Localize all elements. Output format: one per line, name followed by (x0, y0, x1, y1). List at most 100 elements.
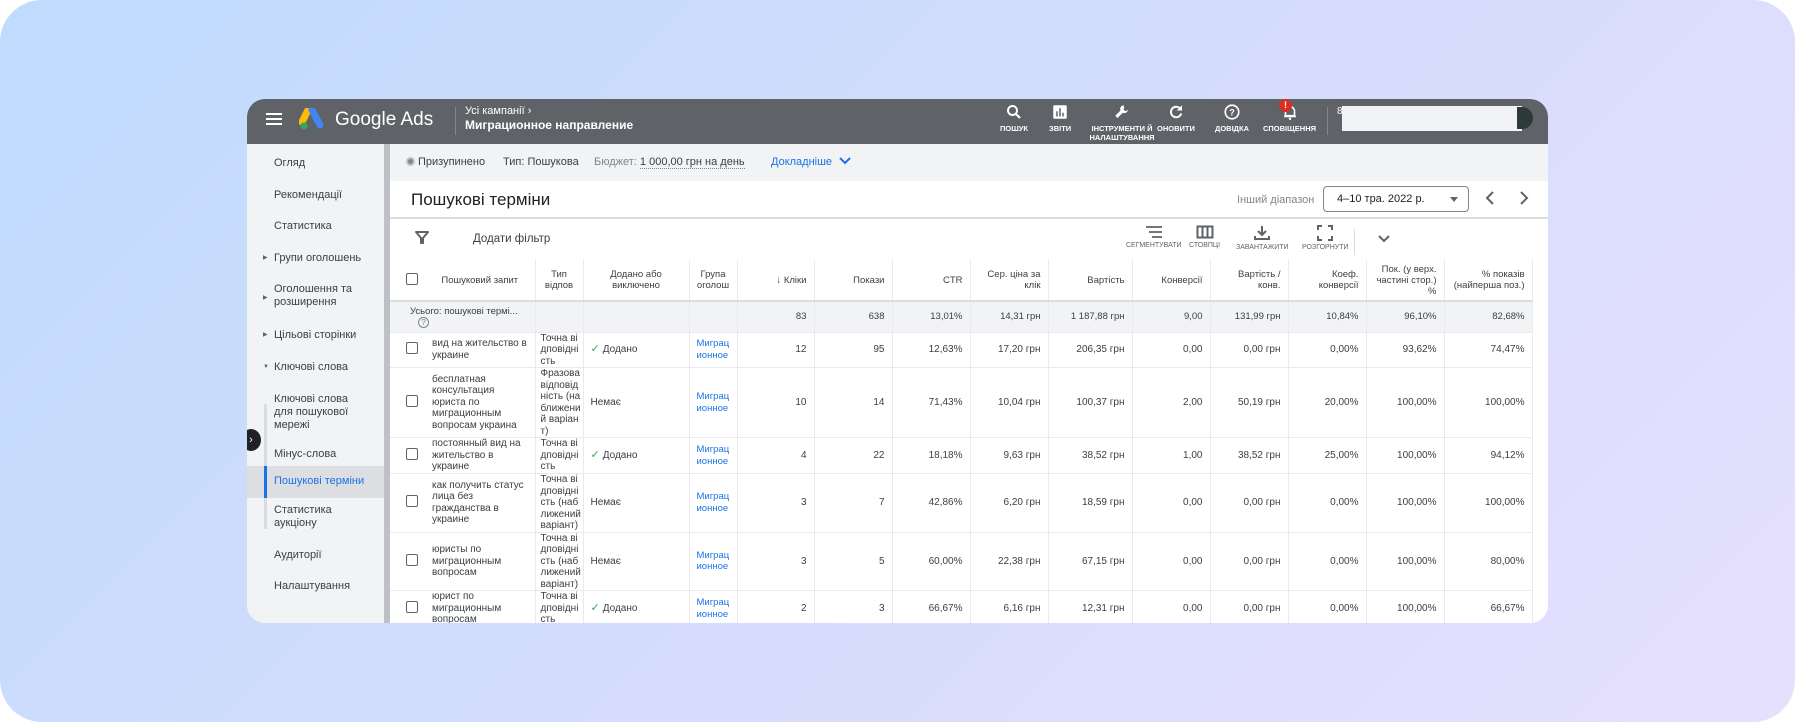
page-title: Пошукові терміни (411, 190, 551, 209)
total-conversions: 9,00 (1132, 301, 1211, 333)
select-all-checkbox[interactable] (406, 272, 418, 285)
help-button[interactable]: ? ДОВІДКА (1215, 103, 1249, 133)
add-filter-button[interactable]: Додати фільтр (473, 233, 550, 245)
ad-group-cell: Миграционное направление (689, 367, 738, 438)
sidebar-item-overview[interactable]: Огляд (247, 157, 387, 171)
avatar[interactable] (1517, 107, 1533, 129)
column-header-match-type[interactable]: Тип відпов (535, 260, 584, 302)
abs-top-impr-cell: 74,47% (1444, 332, 1533, 368)
sidebar-item-keywords[interactable]: ▼ Ключові слова (247, 361, 387, 375)
ad-group-link[interactable]: Миграционное направление (697, 338, 733, 361)
row-checkbox[interactable] (406, 447, 418, 460)
refresh-button[interactable]: ОНОВИТИ (1157, 103, 1195, 133)
column-header-impressions[interactable]: Покази (814, 260, 893, 302)
hamburger-menu-icon[interactable] (266, 113, 282, 127)
column-header-clicks[interactable]: ↓ Кліки (737, 260, 815, 302)
total-conv-rate: 10,84% (1288, 301, 1367, 333)
search-term-cell: как получить статус лица без гражданства… (425, 473, 536, 533)
avg-cpc-cell: 10,04 грн (970, 367, 1049, 438)
reports-button[interactable]: ЗВІТИ (1049, 103, 1071, 133)
conv-rate-cell: 20,00% (1288, 367, 1367, 438)
expand-button[interactable]: РОЗГОРНУТИ (1302, 225, 1349, 251)
reports-icon (1053, 105, 1067, 119)
select-all-checkbox-cell (390, 260, 425, 302)
main-content: Призупинено Тип: Пошукова Бюджет: 1 000,… (390, 144, 1548, 623)
sidebar-item-statistics[interactable]: Статистика (247, 220, 387, 234)
ad-group-link[interactable]: Миграционное направление (697, 491, 733, 514)
sidebar-item-negative-keywords[interactable]: Мінус-слова (247, 448, 387, 462)
conversions-cell: 0,00 (1132, 473, 1211, 533)
chevron-down-icon[interactable] (1377, 234, 1391, 244)
match-type-cell: Точна відповідність (наближений варіант) (535, 473, 584, 533)
columns-icon (1196, 225, 1214, 239)
conversions-cell: 0,00 (1132, 590, 1211, 623)
match-type-cell: Точна відповідність (535, 437, 584, 474)
account-info-redacted[interactable] (1342, 106, 1522, 131)
sidebar-item-settings[interactable]: Налаштування (247, 580, 387, 594)
table-row[interactable]: вид на жительство в украине Точна відпові… (390, 332, 1533, 368)
ad-group-link[interactable]: Миграционное направление (697, 550, 733, 573)
column-header-ad-group[interactable]: Група оголош (689, 260, 738, 302)
row-checkbox[interactable] (406, 342, 418, 354)
next-period-button[interactable] (1519, 191, 1529, 210)
sidebar-item-ads-extensions[interactable]: ▶ Оголошення та розширення (247, 283, 387, 311)
column-header-search-term[interactable]: Пошуковий запит (425, 260, 536, 302)
table-row[interactable]: постоянный вид на жительство в украине То… (390, 437, 1533, 474)
previous-period-button[interactable] (1485, 191, 1495, 210)
sidebar-item-recommendations[interactable]: Рекомендації (247, 189, 387, 203)
ad-group-cell: Миграционное направление (689, 473, 738, 533)
column-header-ctr[interactable]: CTR (892, 260, 971, 302)
impressions-cell: 14 (814, 367, 893, 438)
column-header-cost-per-conv[interactable]: Вартість / конв. (1210, 260, 1289, 302)
row-checkbox[interactable] (406, 495, 418, 507)
notification-badge: ! (1279, 99, 1292, 112)
segment-button[interactable]: СЕГМЕНТУВАТИ (1116, 217, 1190, 263)
ad-group-link[interactable]: Миграционное направление (697, 597, 733, 620)
dropdown-arrow-icon (1450, 197, 1458, 202)
column-header-added-excluded[interactable]: Додано або виключено (583, 260, 690, 302)
sidebar-item-auction-insights[interactable]: Статистика аукціону (247, 504, 387, 532)
row-checkbox-cell (390, 590, 425, 623)
conv-rate-cell: 0,00% (1288, 532, 1367, 591)
sidebar-item-search-keywords[interactable]: Ключові слова для пошукової мережі (247, 393, 387, 433)
download-button[interactable]: ЗАВАНТАЖИТИ (1236, 225, 1289, 251)
match-type-cell: Фразова відповідність (наближений варіан… (535, 367, 584, 438)
top-impr-cell: 100,00% (1366, 437, 1445, 474)
table-row[interactable]: как получить статус лица без гражданства… (390, 473, 1533, 533)
table-row[interactable]: бесплатная консультация юриста по миграц… (390, 367, 1533, 438)
table-row[interactable]: юристы по миграционным вопросам Точна від… (390, 532, 1533, 591)
total-row: Усього: пошукові термі...? 83 638 13,01%… (390, 301, 1533, 333)
breadcrumb-parent[interactable]: Усі кампанії › (465, 105, 531, 117)
cost-cell: 100,37 грн (1048, 367, 1133, 438)
paused-icon (406, 157, 415, 166)
conv-rate-cell: 25,00% (1288, 437, 1367, 474)
search-button[interactable]: ПОШУК (1000, 103, 1028, 133)
column-header-avg-cpc[interactable]: Сер. ціна за клік (970, 260, 1049, 302)
row-checkbox[interactable] (406, 394, 418, 407)
brand-name: Google Ads (335, 109, 434, 130)
column-header-abs-top-impr[interactable]: % показів (найперша поз.) (1444, 260, 1533, 302)
check-icon: ✓ (590, 343, 600, 355)
sidebar-item-ad-groups[interactable]: ▶ Групи оголошень (247, 252, 387, 266)
sidebar-item-landing-pages[interactable]: ▶ Цільові сторінки (247, 329, 387, 343)
ad-group-link[interactable]: Миграционное направление (697, 391, 733, 414)
help-icon[interactable]: ? (418, 316, 429, 328)
details-link[interactable]: Докладніше (771, 156, 851, 168)
tools-settings-button[interactable]: ІНСТРУМЕНТИ Й НАЛАШТУВАННЯ (1089, 103, 1155, 142)
filter-icon[interactable] (415, 231, 429, 244)
column-header-top-impr[interactable]: Пок. (у верх. частині стор.) % (1366, 260, 1445, 302)
sidebar-item-search-terms[interactable]: Пошукові терміни (247, 466, 387, 498)
sidebar-item-audiences[interactable]: Аудиторії (247, 549, 387, 563)
column-header-conv-rate[interactable]: Коеф. конверсії (1288, 260, 1367, 302)
row-checkbox[interactable] (406, 553, 418, 566)
row-checkbox[interactable] (406, 600, 418, 613)
column-header-conversions[interactable]: Конверсії (1132, 260, 1211, 302)
check-icon: ✓ (590, 448, 600, 461)
ad-group-link[interactable]: Миграционное направление (697, 444, 733, 467)
columns-button[interactable]: СТОВПЦІ (1189, 225, 1220, 249)
column-header-cost[interactable]: Вартість (1048, 260, 1133, 302)
notifications-button[interactable]: ! СПОВІЩЕННЯ (1263, 99, 1316, 133)
table-row[interactable]: юрист по миграционным вопросам Точна відп… (390, 590, 1533, 623)
date-range-picker[interactable]: 4–10 тра. 2022 р. (1323, 186, 1469, 212)
wrench-icon (1115, 105, 1128, 118)
